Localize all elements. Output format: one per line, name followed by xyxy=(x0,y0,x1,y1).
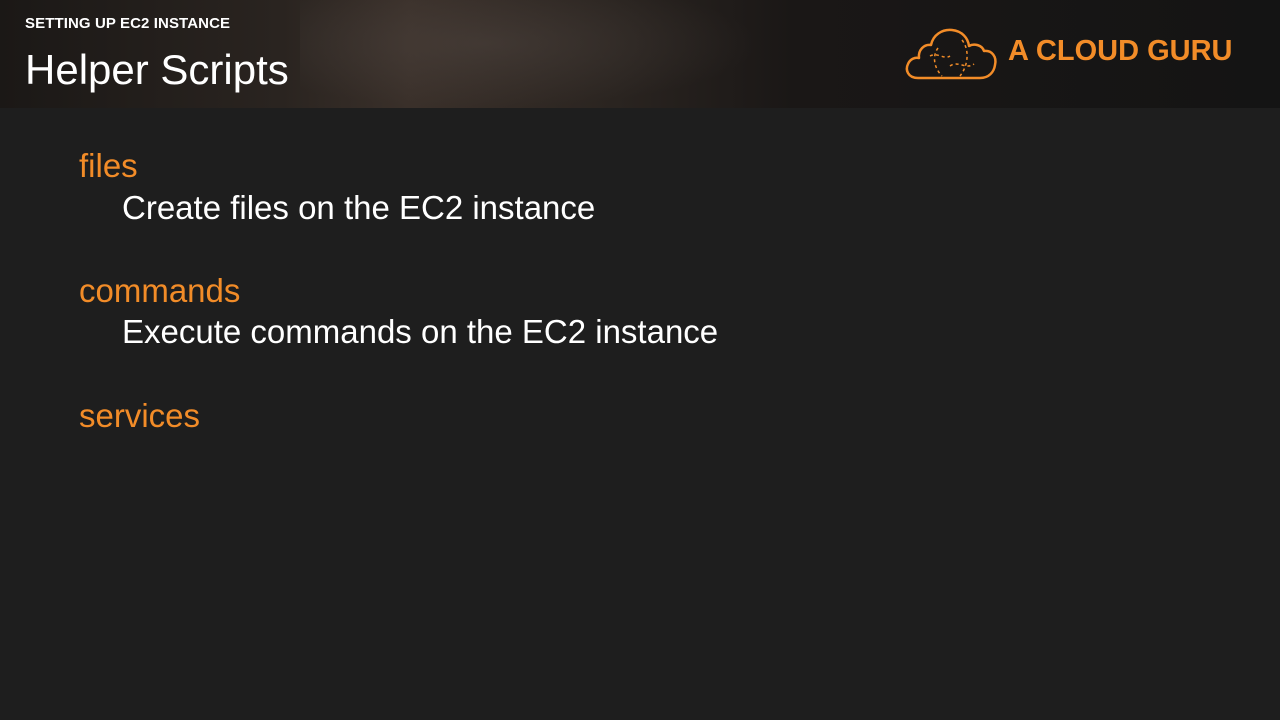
slide-content: files Create files on the EC2 instance c… xyxy=(0,108,1280,720)
slide: SETTING UP EC2 INSTANCE Helper Scripts A… xyxy=(0,0,1280,720)
term-files: files xyxy=(79,147,138,184)
section-label: SETTING UP EC2 INSTANCE xyxy=(25,15,231,32)
description-commands: Execute commands on the EC2 instance xyxy=(122,313,719,350)
term-commands: commands xyxy=(79,272,241,309)
cloud-logo-icon xyxy=(905,28,997,80)
brand-logo: A CLOUD GURU xyxy=(904,26,1244,82)
header-background-image xyxy=(300,0,760,108)
description-files: Create files on the EC2 instance xyxy=(122,189,596,226)
slide-header: SETTING UP EC2 INSTANCE Helper Scripts A… xyxy=(0,0,1280,108)
brand-name: A CLOUD GURU xyxy=(1008,35,1233,67)
page-title: Helper Scripts xyxy=(25,46,289,93)
term-services: services xyxy=(79,397,201,434)
